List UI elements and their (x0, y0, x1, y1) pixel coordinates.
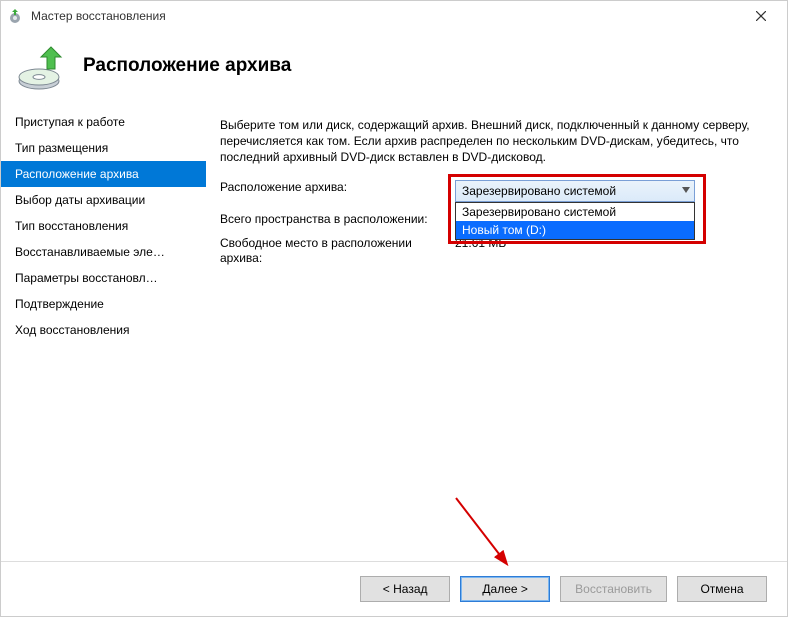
step-backup-date[interactable]: Выбор даты архивации (1, 187, 206, 213)
next-button[interactable]: Далее > (460, 576, 550, 602)
dropdown-option-system-reserved[interactable]: Зарезервировано системой (456, 203, 694, 221)
step-recovery-type[interactable]: Тип восстановления (1, 213, 206, 239)
wizard-body: Приступая к работе Тип размещения Распол… (1, 109, 787, 561)
close-button[interactable] (741, 2, 781, 30)
label-total-space: Всего пространства в расположении: (220, 212, 455, 226)
step-getting-started[interactable]: Приступая к работе (1, 109, 206, 135)
cancel-button[interactable]: Отмена (677, 576, 767, 602)
titlebar: Мастер восстановления (1, 1, 787, 31)
window-title: Мастер восстановления (31, 9, 741, 23)
wizard-footer: < Назад Далее > Восстановить Отмена (1, 561, 787, 616)
steps-sidebar: Приступая к работе Тип размещения Распол… (1, 109, 206, 561)
instruction-text: Выберите том или диск, содержащий архив.… (220, 117, 767, 166)
step-archive-location[interactable]: Расположение архива (1, 161, 206, 187)
step-items-to-recover[interactable]: Восстанавливаемые эле… (1, 239, 206, 265)
step-recovery-options[interactable]: Параметры восстановл… (1, 265, 206, 291)
archive-location-dropdown[interactable]: Зарезервировано системой Новый том (D:) (455, 202, 695, 240)
restore-button: Восстановить (560, 576, 667, 602)
restore-disc-icon (17, 41, 67, 91)
label-free-space: Свободное место в расположении архива: (220, 236, 455, 267)
chevron-down-icon (682, 185, 690, 196)
wizard-content: Выберите том или диск, содержащий архив.… (206, 109, 787, 561)
label-archive-location: Расположение архива: (220, 180, 455, 194)
wizard-window: Мастер восстановления Расположение архив… (0, 0, 788, 617)
archive-location-combobox[interactable]: Зарезервировано системой (455, 180, 695, 202)
combobox-selected-text: Зарезервировано системой (462, 184, 616, 198)
dropdown-option-new-volume-d[interactable]: Новый том (D:) (456, 221, 694, 239)
step-confirmation[interactable]: Подтверждение (1, 291, 206, 317)
row-free-space: Свободное место в расположении архива: 2… (220, 236, 767, 267)
row-archive-location: Расположение архива: Зарезервировано сис… (220, 180, 767, 202)
back-button[interactable]: < Назад (360, 576, 450, 602)
page-heading: Расположение архива (83, 55, 291, 77)
close-icon (756, 11, 766, 21)
restore-wizard-icon (7, 8, 23, 24)
wizard-header: Расположение архива (1, 31, 787, 109)
step-placement-type[interactable]: Тип размещения (1, 135, 206, 161)
step-progress[interactable]: Ход восстановления (1, 317, 206, 343)
